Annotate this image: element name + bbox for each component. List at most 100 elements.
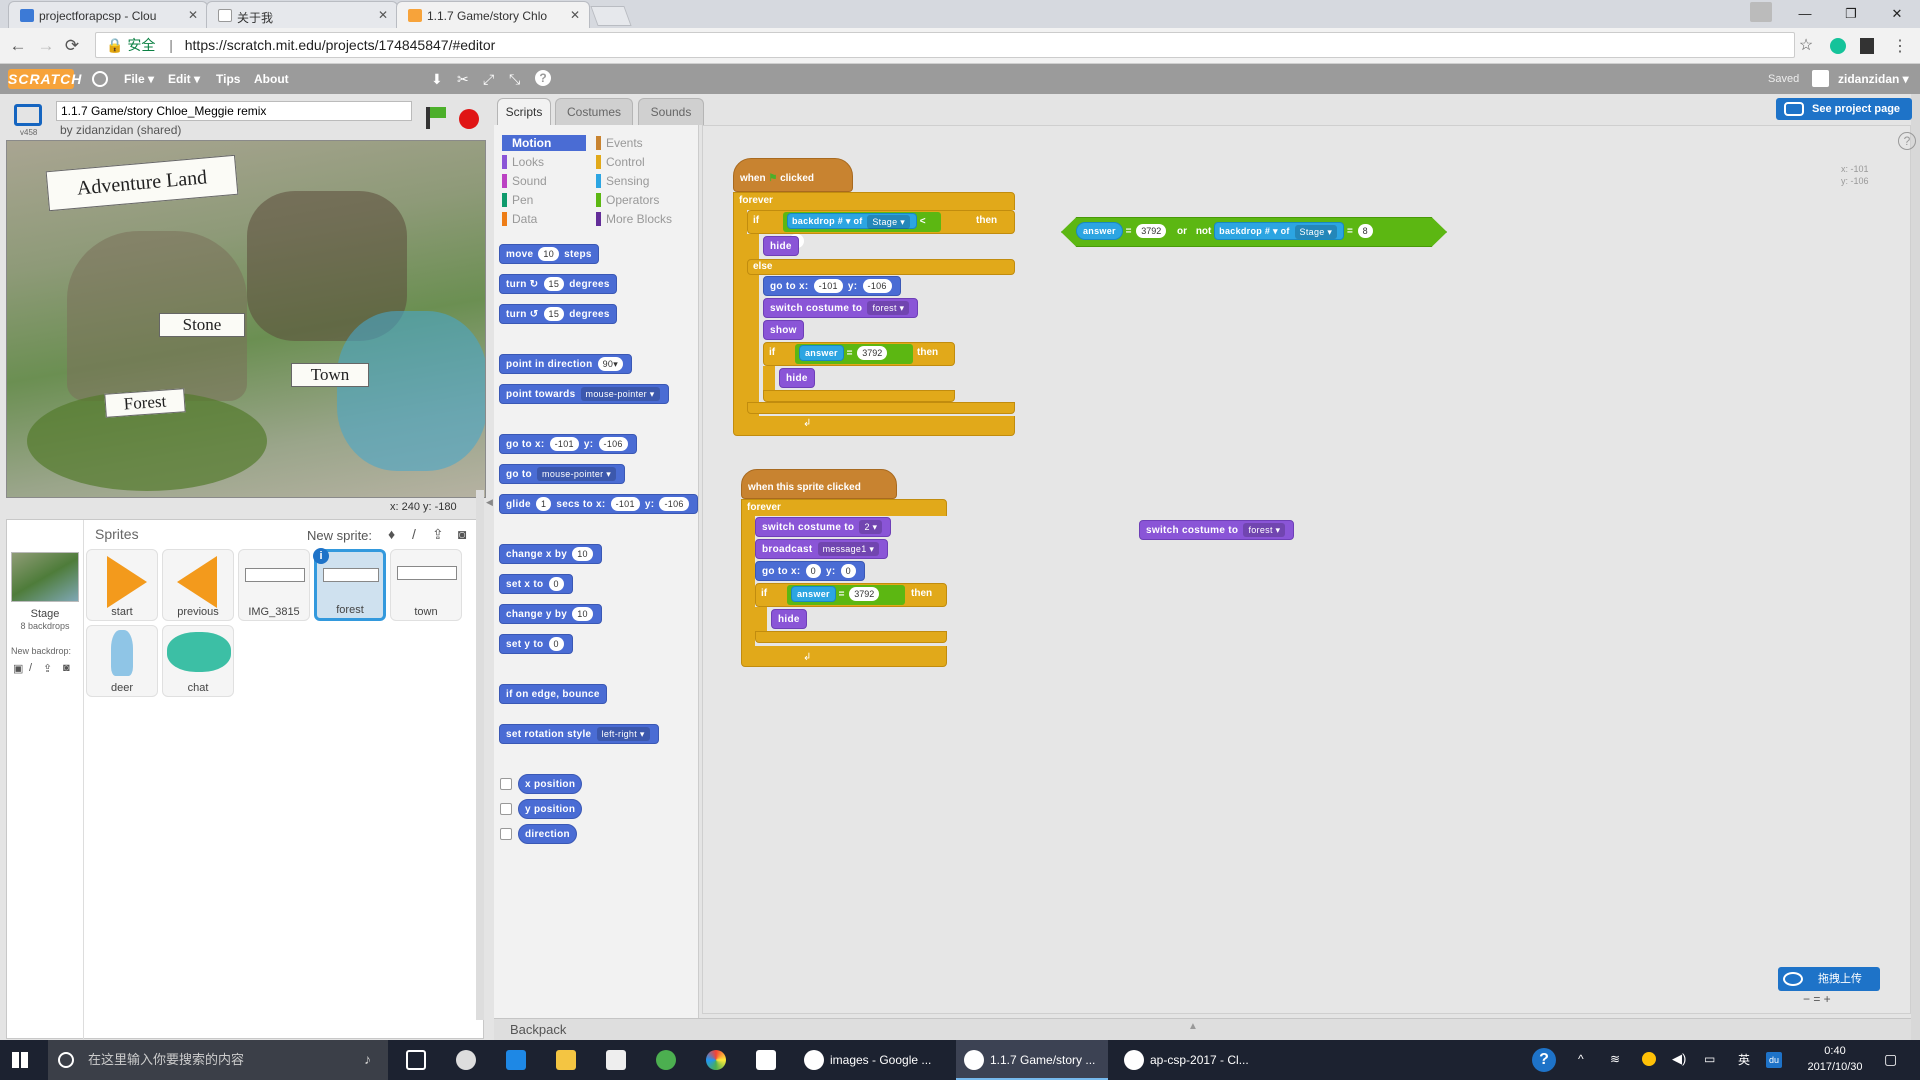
go-to-xy-block[interactable]: go to x: -101 y: -106 xyxy=(499,434,637,454)
language-globe-icon[interactable] xyxy=(92,71,108,87)
y-position-reporter[interactable]: y position xyxy=(518,799,583,819)
category-motion[interactable]: Motion xyxy=(502,135,586,151)
taskbar-app-cloud9[interactable]: ap-csp-2017 - Cl... xyxy=(1116,1040,1266,1080)
change-x-block[interactable]: change x by 10 xyxy=(499,544,602,564)
chrome-menu-icon[interactable]: ⋮ xyxy=(1890,36,1910,56)
direction-reporter[interactable]: direction xyxy=(518,824,577,844)
set-x-block[interactable]: set x to 0 xyxy=(499,574,573,594)
task-view-icon[interactable] xyxy=(406,1050,426,1070)
sprite-tile-forest[interactable]: i forest xyxy=(313,548,386,621)
forward-arrow-icon[interactable]: → xyxy=(36,36,56,56)
close-tab-icon[interactable]: ✕ xyxy=(570,8,580,22)
sprite-tile-chat[interactable]: chat xyxy=(162,625,234,697)
close-window-button[interactable]: ✕ xyxy=(1874,0,1920,28)
script-area[interactable]: when ⚑ clicked forever if backdrop # ▾ o… xyxy=(702,125,1911,1014)
point-in-direction-block[interactable]: point in direction 90▾ xyxy=(499,354,633,374)
stop-sign-icon[interactable] xyxy=(459,109,479,129)
category-pen[interactable]: Pen xyxy=(502,192,586,208)
camera-sprite-icon[interactable]: ◙ xyxy=(458,526,466,542)
point-towards-block[interactable]: point towards mouse-pointer ▾ xyxy=(499,384,669,404)
browser-tab-about-me[interactable]: 关于我 ✕ xyxy=(206,1,398,28)
stage-thumbnail[interactable] xyxy=(11,552,79,602)
move-steps-block[interactable]: move 10 steps xyxy=(499,244,599,264)
browser-tab-scratch[interactable]: 1.1.7 Game/story Chlo ✕ xyxy=(396,1,590,28)
tray-app-icon[interactable] xyxy=(1642,1052,1656,1066)
category-looks[interactable]: Looks xyxy=(502,154,586,170)
category-sensing[interactable]: Sensing xyxy=(596,173,688,189)
url-omnibox[interactable]: 🔒 安全 | https://scratch.mit.edu/projects/… xyxy=(95,32,1795,58)
category-events[interactable]: Events xyxy=(596,135,688,151)
bookmark-star-icon[interactable]: ☆ xyxy=(1796,35,1816,55)
switch-costume-block-loose[interactable]: switch costume to forest ▾ xyxy=(1139,520,1295,540)
sprite-tile-deer[interactable]: deer xyxy=(86,625,158,697)
when-flag-clicked-hat[interactable]: when ⚑ clicked xyxy=(733,158,853,192)
tab-scripts[interactable]: Scripts xyxy=(497,98,551,125)
broadcast-block[interactable]: broadcast message1 ▾ xyxy=(755,539,889,559)
turn-left-block[interactable]: turn ↺ 15 degrees xyxy=(499,304,617,324)
sprite-tile-img3815[interactable]: IMG_3815 xyxy=(238,549,310,621)
taskbar-app-images[interactable]: images - Google ... xyxy=(796,1040,946,1080)
choose-backdrop-icon[interactable]: ▣ xyxy=(13,662,23,675)
rotation-style-block[interactable]: set rotation style left-right ▾ xyxy=(499,724,659,744)
go-to-block[interactable]: go to mouse-pointer ▾ xyxy=(499,464,626,484)
grammarly-extension-icon[interactable] xyxy=(1830,38,1846,54)
help-tool-icon[interactable]: ? xyxy=(535,70,551,86)
user-avatar[interactable] xyxy=(1812,70,1829,87)
store-icon[interactable] xyxy=(606,1050,626,1070)
bounce-block[interactable]: if on edge, bounce xyxy=(499,684,607,704)
clock-time[interactable]: 0:40 xyxy=(1800,1045,1870,1057)
volume-icon[interactable]: ◀) xyxy=(1672,1051,1686,1067)
choose-sprite-icon[interactable]: ♦ xyxy=(388,526,395,542)
wifi-icon[interactable]: ≋ xyxy=(1610,1052,1620,1066)
sprites-scrollbar[interactable] xyxy=(476,490,484,1020)
green-flag-icon[interactable] xyxy=(430,107,446,118)
tips-menu[interactable]: Tips xyxy=(216,72,240,86)
x-position-checkbox[interactable] xyxy=(500,778,512,790)
stage-canvas[interactable]: Adventure Land Stone Town Forest xyxy=(6,140,486,498)
extension-icon[interactable] xyxy=(1860,38,1874,54)
switch-costume-block[interactable]: switch costume to forest ▾ xyxy=(763,298,919,318)
project-title-input[interactable]: 1.1.7 Game/story Chloe_Meggie remix xyxy=(56,101,412,121)
change-y-block[interactable]: change y by 10 xyxy=(499,604,602,624)
show-block[interactable]: show xyxy=(763,320,804,340)
fullscreen-stage-icon[interactable] xyxy=(14,104,42,126)
or-operator-loose[interactable]: answer = 3792 or not backdrop # ▾ of Sta… xyxy=(1061,217,1447,247)
microphone-icon[interactable]: ♪ xyxy=(364,1051,371,1067)
duplicate-tool-icon[interactable]: ⬇ xyxy=(431,71,443,88)
keyboard-icon[interactable]: ▭ xyxy=(1704,1052,1715,1066)
tab-sounds[interactable]: Sounds xyxy=(638,98,704,125)
go-to-xy-block[interactable]: go to x: -101 y: -106 xyxy=(763,276,901,296)
sprite-tile-previous[interactable]: previous xyxy=(162,549,234,621)
category-more-blocks[interactable]: More Blocks xyxy=(596,211,688,227)
hide-block[interactable]: hide xyxy=(779,368,815,388)
taskbar-app-scratch[interactable]: 1.1.7 Game/story ... xyxy=(956,1040,1108,1080)
shrink-tool-icon[interactable]: ⤡ xyxy=(509,71,520,88)
about-menu[interactable]: About xyxy=(254,72,289,86)
action-center-icon[interactable]: ▢ xyxy=(1884,1051,1897,1068)
help-tray-icon[interactable]: ? xyxy=(1532,1048,1556,1072)
tray-expand-icon[interactable]: ^ xyxy=(1578,1052,1584,1066)
clock-date[interactable]: 2017/10/30 xyxy=(1796,1061,1874,1073)
new-tab-button[interactable] xyxy=(590,6,632,26)
browser-tab-projectforapcsp[interactable]: projectforapcsp - Clou ✕ xyxy=(8,1,208,28)
less-than-operator[interactable]: backdrop # ▾ of Stage ▾ < 8 xyxy=(783,212,941,249)
category-sound[interactable]: Sound xyxy=(502,173,586,189)
taskbar-search-input[interactable]: 在这里输入你要搜索的内容 xyxy=(48,1040,388,1080)
mail-icon[interactable] xyxy=(756,1050,776,1070)
equals-operator[interactable]: answer = 3792 xyxy=(795,344,913,364)
hide-block[interactable]: hide xyxy=(771,609,807,629)
photos-color-icon[interactable] xyxy=(706,1050,726,1070)
upload-sprite-icon[interactable]: ⇪ xyxy=(432,526,444,543)
glide-block[interactable]: glide 1 secs to x: -101 y: -106 xyxy=(499,494,698,514)
close-tab-icon[interactable]: ✕ xyxy=(378,8,388,22)
y-position-checkbox[interactable] xyxy=(500,803,512,815)
baidu-du-icon[interactable]: du xyxy=(1766,1052,1782,1068)
edit-menu[interactable]: Edit ▾ xyxy=(168,72,200,86)
scratch-logo[interactable]: SCRATCH xyxy=(8,69,81,89)
reload-icon[interactable]: ⟳ xyxy=(62,36,82,56)
close-tab-icon[interactable]: ✕ xyxy=(188,8,198,22)
grow-tool-icon[interactable]: ⤢ xyxy=(483,71,494,88)
user-menu[interactable]: zidanzidan ▾ xyxy=(1838,72,1909,86)
minimize-button[interactable]: — xyxy=(1782,0,1828,28)
delete-tool-icon[interactable]: ✂ xyxy=(457,71,469,88)
